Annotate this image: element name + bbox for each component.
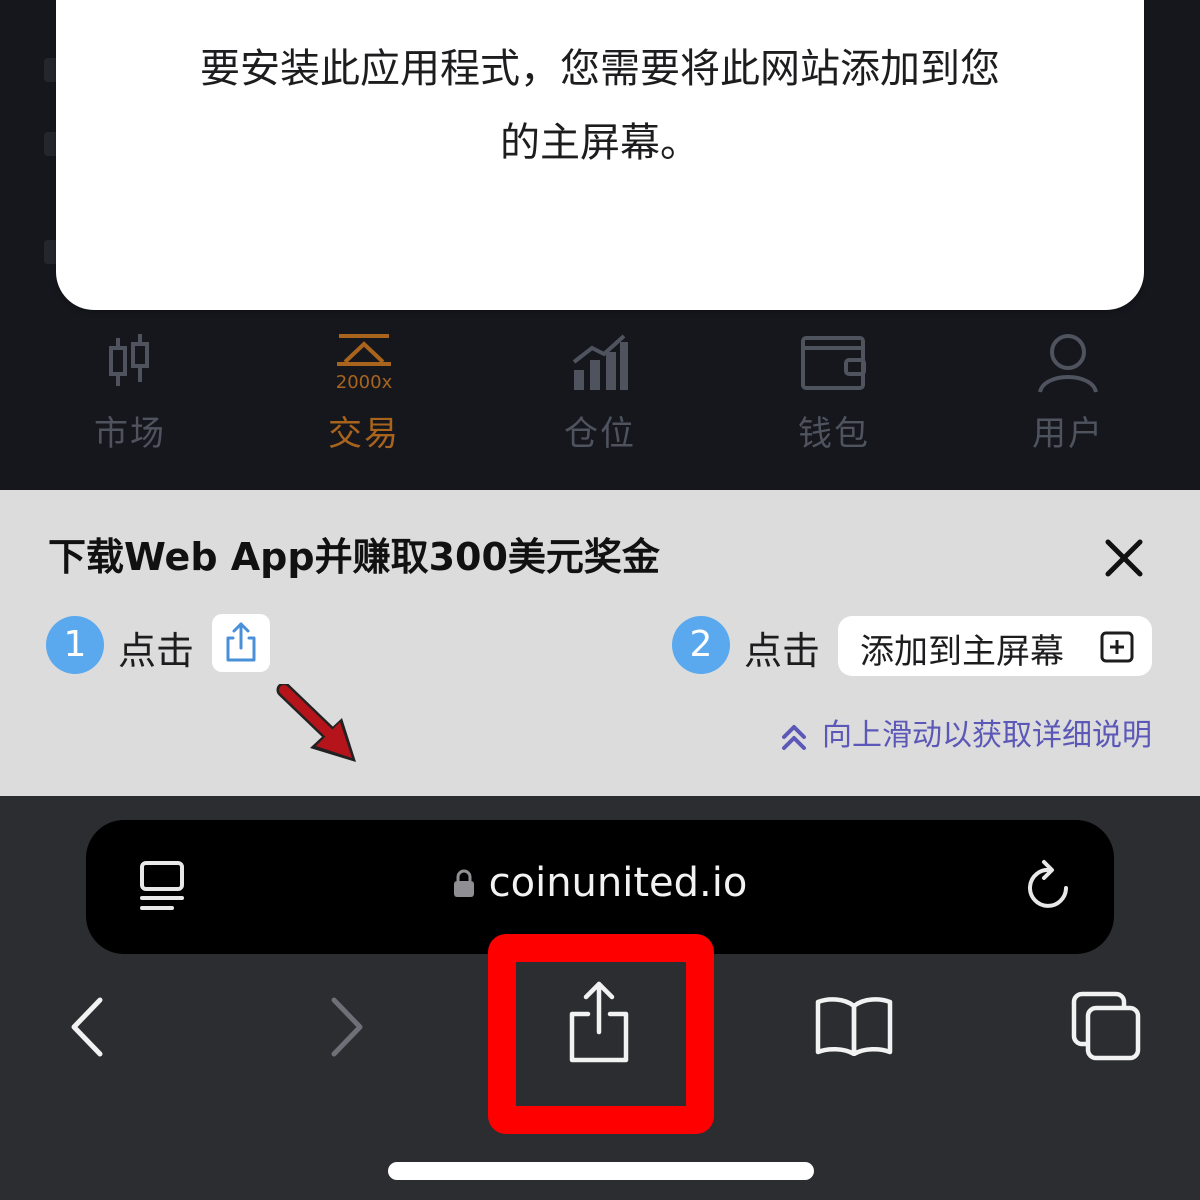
swipe-up-text: 向上滑动以获取详细说明 [822,718,1152,753]
red-arrow-icon [276,684,356,762]
app-background: 要安装此应用程式，您需要将此网站添加到您 的主屏幕。 市场 2000x 交易 仓… [0,0,1200,490]
step-2-number: 2 [672,616,730,674]
trade-scale-icon [337,334,391,366]
plus-square-icon [1100,631,1134,663]
step-1-share-button [212,614,270,672]
tab-label: 用户 [1032,414,1104,454]
step-1-text: 点击 [118,629,195,673]
home-indicator[interactable] [388,1162,814,1180]
tab-market[interactable]: 市场 [40,318,220,468]
tab-label: 钱包 [798,414,870,454]
install-modal: 要安装此应用程式，您需要将此网站添加到您 的主屏幕。 [56,0,1144,310]
tab-user[interactable]: 用户 [978,318,1158,468]
step-2-text: 点击 [744,629,821,673]
tab-positions[interactable]: 仓位 [510,318,690,468]
tab-label: 交易 [328,414,400,454]
forward-icon[interactable] [324,994,368,1060]
step-1-number: 1 [46,616,104,674]
user-icon [1038,334,1098,393]
share-icon [226,622,256,662]
add-to-home-pill: 添加到主屏幕 [838,616,1152,676]
double-chevron-up-icon [782,724,806,750]
modal-message-line-2: 的主屏幕。 [500,120,700,166]
reload-icon[interactable] [1024,858,1074,912]
add-to-home-label: 添加到主屏幕 [860,632,1064,672]
screen: 要安装此应用程式，您需要将此网站添加到您 的主屏幕。 市场 2000x 交易 仓… [0,0,1200,1200]
modal-message-line-1: 要安装此应用程式，您需要将此网站添加到您 [200,46,1000,92]
tab-wallet[interactable]: 钱包 [744,318,924,468]
tab-label: 仓位 [564,414,636,454]
modal-message: 要安装此应用程式，您需要将此网站添加到您 的主屏幕。 [136,32,1064,180]
bookmarks-icon[interactable] [814,994,894,1056]
address-url: coinunited.io [86,860,1114,906]
tab-label: 市场 [94,414,166,454]
swipe-up-hint[interactable]: 向上滑动以获取详细说明 [780,710,1152,754]
banner-title: 下载Web App并赚取300美元奖金 [48,535,660,579]
lock-icon [453,869,474,897]
bottom-tab-bar: 市场 2000x 交易 仓位 钱包 用户 [0,318,1200,468]
tab-trade[interactable]: 2000x 交易 [274,318,454,468]
install-banner: 下载Web App并赚取300美元奖金 1 点击 2 点击 添加到主屏幕 向上滑… [0,490,1200,796]
share-highlight-box [488,934,714,1134]
wallet-icon [801,336,866,390]
url-text: coinunited.io [488,860,748,906]
back-icon[interactable] [66,994,110,1060]
candlestick-icon [109,334,149,386]
close-icon[interactable] [1098,532,1150,584]
leverage-badge: 2000x [335,372,393,393]
bar-chart-up-icon [572,334,628,390]
tabs-icon[interactable] [1070,990,1144,1062]
